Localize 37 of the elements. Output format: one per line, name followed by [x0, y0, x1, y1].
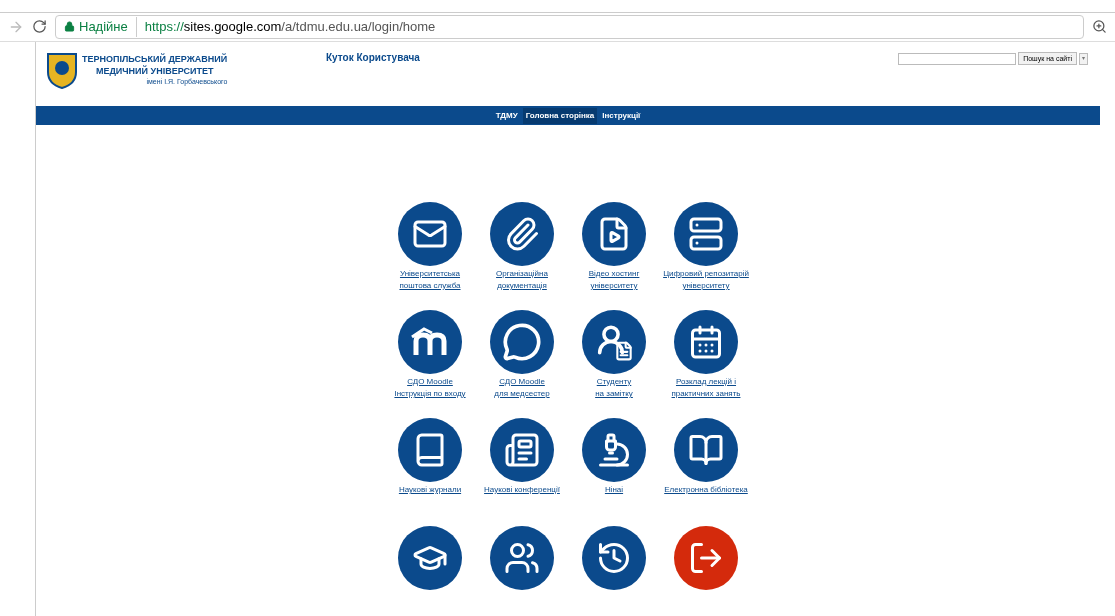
service-link[interactable]: Організаційна документація	[496, 268, 548, 292]
service-link[interactable]: Нінаі	[604, 484, 624, 496]
university-name: МЕДИЧНИЙ УНІВЕРСИТЕТ	[95, 64, 214, 77]
calendar-icon	[688, 324, 724, 360]
service-link[interactable]: Студенту на замітку	[595, 376, 633, 400]
service-link[interactable]: Електронна бібліотека	[664, 484, 748, 496]
service-link[interactable]: СДО Moodle Інструкція по входу	[394, 376, 466, 400]
nav-tab[interactable]: ТДМУ	[492, 107, 521, 124]
service-link[interactable]: СДО Moodle для медсестер	[494, 376, 550, 400]
service-link[interactable]: Наукові журнали	[398, 484, 462, 496]
page-title: Куток Користувача	[326, 51, 420, 65]
speech-bubble-icon	[502, 322, 542, 362]
service-link[interactable]: Відео хостинг університету	[588, 268, 640, 292]
service-link[interactable]: Наукові конференції	[484, 484, 560, 496]
newspaper-icon	[504, 432, 540, 468]
exit-icon	[688, 540, 724, 576]
reload-icon[interactable]	[32, 19, 47, 35]
url-text: https://sites.google.com/a/tdmu.edu.ua/login/home	[143, 18, 436, 37]
address-bar[interactable]: Надійне https://sites.google.com/a/tdmu.edu.ua/login/home	[55, 14, 1084, 39]
university-crest-icon	[46, 50, 78, 90]
group-icon	[504, 540, 540, 576]
service-link[interactable]: Цифровий репозитарій університету	[663, 268, 749, 292]
paperclip-icon	[504, 216, 540, 252]
microscope-icon	[596, 432, 632, 468]
service-link[interactable]: Розклад лекцій і практичних занять	[671, 376, 741, 400]
lock-icon	[64, 21, 75, 33]
open-book-icon	[688, 432, 724, 468]
nav-tab[interactable]: Головна сторінка	[522, 107, 598, 124]
search-field[interactable]	[898, 52, 1017, 65]
service-link[interactable]: Університетська поштова служба	[399, 268, 461, 292]
nav-tab[interactable]: Інструкції	[599, 107, 644, 124]
zoom-icon[interactable]	[1092, 19, 1107, 35]
university-name: ТЕРНОПІЛЬСЬКИЙ ДЕРЖАВНИЙ	[82, 52, 228, 65]
history-icon	[596, 540, 632, 576]
server-icon	[688, 216, 724, 252]
secure-label: Надійне	[79, 17, 137, 37]
moodle-logo-icon	[410, 327, 450, 357]
